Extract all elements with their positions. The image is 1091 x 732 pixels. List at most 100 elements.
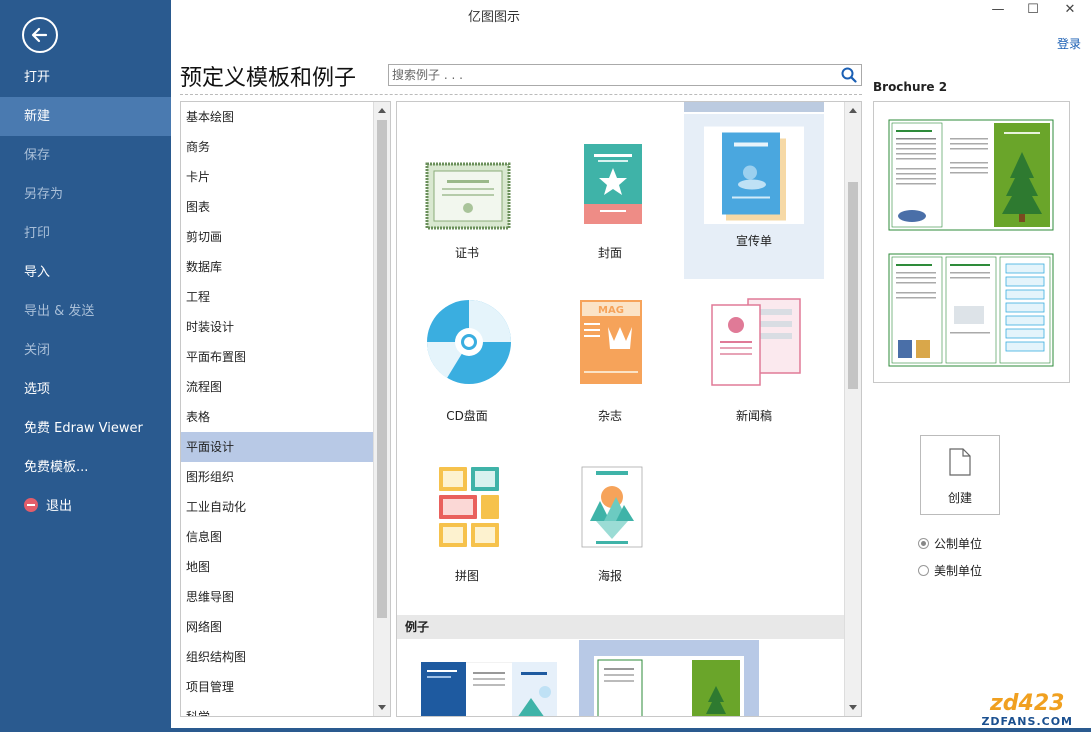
category-item[interactable]: 项目管理	[181, 672, 373, 702]
category-list: 基本绘图 商务 卡片 图表 剪切画 数据库 工程 时装设计 平面布置图 流程图 表格 平面设计 图形组织…	[180, 101, 391, 717]
watermark-top: zd423	[989, 691, 1065, 716]
watermark-bottom: ZDFANS.COM	[981, 715, 1073, 728]
category-item[interactable]: 图形组织	[181, 462, 373, 492]
minimize-button[interactable]: —	[983, 2, 1013, 22]
title-bar: 亿图图示 — ☐ ✕	[171, 0, 1091, 30]
example-brochure-1[interactable]	[421, 662, 557, 717]
back-button[interactable]	[22, 17, 58, 53]
flyer-thumbnail	[704, 126, 804, 224]
sidebar-item-save[interactable]: 保存	[0, 136, 171, 175]
sidebar-item-print[interactable]: 打印	[0, 214, 171, 253]
category-item[interactable]: 地图	[181, 552, 373, 582]
sidebar-item-import[interactable]: 导入	[0, 253, 171, 292]
template-poster[interactable]: 海报	[540, 447, 680, 612]
create-button[interactable]: 创建	[920, 435, 1000, 515]
grid-scrollbar[interactable]	[844, 102, 861, 716]
scroll-down-icon[interactable]	[849, 705, 857, 710]
template-cover[interactable]: 封面	[540, 114, 680, 279]
template-label: 证书	[454, 246, 479, 260]
category-item[interactable]: 流程图	[181, 372, 373, 402]
sidebar-item-export-send[interactable]: 导出 & 发送	[0, 292, 171, 331]
watermark-logo: zd423 ZDFANS.COM	[981, 691, 1073, 729]
sidebar-item-open[interactable]: 打开	[0, 58, 171, 97]
imperial-units-option[interactable]: 美制单位	[918, 562, 982, 579]
sidebar-item-close[interactable]: 关闭	[0, 331, 171, 370]
category-item[interactable]: 平面布置图	[181, 342, 373, 372]
examples-header: 例子	[397, 615, 846, 639]
metric-label: 公制单位	[934, 537, 983, 551]
category-item[interactable]: 平面设计	[181, 432, 373, 462]
template-label: 新闻稿	[735, 409, 772, 423]
collage-thumbnail	[439, 467, 499, 547]
category-items: 基本绘图 商务 卡片 图表 剪切画 数据库 工程 时装设计 平面布置图 流程图 表格 平面设计 图形组织…	[181, 102, 373, 716]
category-item[interactable]: 基本绘图	[181, 102, 373, 132]
new-document-icon	[949, 448, 971, 476]
maximize-button[interactable]: ☐	[1018, 2, 1048, 22]
imperial-radio[interactable]	[918, 565, 929, 576]
login-link[interactable]: 登录	[1057, 35, 1081, 52]
preview-title: Brochure 2	[873, 80, 948, 94]
metric-units-option[interactable]: 公制单位	[918, 535, 982, 552]
page-title: 预定义模板和例子	[180, 66, 357, 91]
sidebar-item-options[interactable]: 选项	[0, 370, 171, 409]
backstage-sidebar: 打开 新建 保存 另存为 打印 导入 导出 & 发送 关闭 选项 免费 Edra…	[0, 0, 171, 732]
category-item[interactable]: 工业自动化	[181, 492, 373, 522]
category-item[interactable]: 时装设计	[181, 312, 373, 342]
search-icon[interactable]	[841, 67, 857, 83]
category-item[interactable]: 科学	[181, 702, 373, 716]
certificate-thumbnail	[425, 162, 511, 230]
category-item[interactable]: 图表	[181, 192, 373, 222]
scroll-up-icon[interactable]	[849, 108, 857, 113]
newsletter-thumbnail	[711, 298, 801, 386]
imperial-label: 美制单位	[934, 564, 983, 578]
category-scrollbar[interactable]	[373, 102, 390, 716]
category-item[interactable]: 工程	[181, 282, 373, 312]
template-label: 拼图	[454, 569, 479, 583]
sidebar-item-exit[interactable]: 退出	[0, 487, 171, 526]
category-item[interactable]: 商务	[181, 132, 373, 162]
window-title: 亿图图示	[468, 10, 521, 25]
sidebar-item-new[interactable]: 新建	[0, 97, 171, 136]
search-input[interactable]	[389, 65, 829, 85]
magazine-masthead-text: MAG	[598, 305, 624, 316]
scroll-thumb[interactable]	[377, 120, 387, 618]
template-label: 封面	[597, 246, 622, 260]
template-flyer[interactable]: 宣传单	[684, 114, 824, 279]
category-item[interactable]: 组织结构图	[181, 642, 373, 672]
header-divider	[180, 94, 862, 95]
category-item[interactable]: 信息图	[181, 522, 373, 552]
bottom-bar	[0, 728, 1091, 732]
metric-radio[interactable]	[918, 538, 929, 549]
scroll-up-icon[interactable]	[378, 108, 386, 113]
close-button[interactable]: ✕	[1055, 2, 1085, 22]
cd-label-thumbnail	[426, 300, 511, 384]
scroll-down-icon[interactable]	[378, 705, 386, 710]
sidebar-item-free-templates[interactable]: 免费模板...	[0, 448, 171, 487]
template-newsletter[interactable]: 新闻稿	[684, 282, 824, 447]
template-label: CD盘面	[446, 409, 488, 423]
category-item[interactable]: 思维导图	[181, 582, 373, 612]
search-box	[388, 64, 862, 86]
category-item[interactable]: 数据库	[181, 252, 373, 282]
example-brochure-2[interactable]	[594, 656, 744, 717]
template-label: 海报	[597, 569, 622, 583]
poster-thumbnail	[581, 466, 643, 548]
template-grid: 证书 封面 宣传单 CD盘面 MAG 杂志 新闻稿 拼图 海报 例子	[396, 101, 862, 717]
scroll-thumb[interactable]	[848, 182, 858, 389]
sidebar-item-free-viewer[interactable]: 免费 Edraw Viewer	[0, 409, 171, 448]
sidebar-item-save-as[interactable]: 另存为	[0, 175, 171, 214]
magazine-thumbnail: MAG	[580, 300, 642, 384]
category-item[interactable]: 剪切画	[181, 222, 373, 252]
exit-label: 退出	[46, 499, 73, 514]
template-certificate[interactable]: 证书	[397, 114, 537, 279]
brochure-preview-image	[888, 119, 1054, 367]
category-item[interactable]: 卡片	[181, 162, 373, 192]
category-item[interactable]: 网络图	[181, 612, 373, 642]
template-collage[interactable]: 拼图	[397, 447, 537, 612]
exit-icon	[24, 498, 38, 512]
template-magazine[interactable]: MAG 杂志	[540, 282, 680, 447]
cover-thumbnail	[584, 144, 642, 224]
category-item[interactable]: 表格	[181, 402, 373, 432]
template-cd-label[interactable]: CD盘面	[397, 282, 537, 447]
template-label: 杂志	[597, 409, 622, 423]
